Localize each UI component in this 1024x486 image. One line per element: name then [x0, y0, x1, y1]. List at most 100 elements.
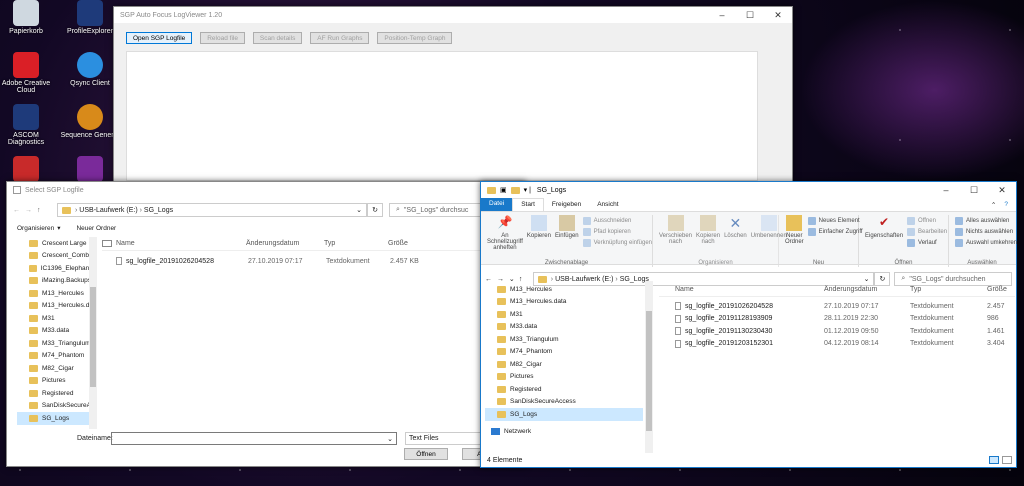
back-icon[interactable]: ← — [13, 207, 25, 214]
invert-selection-button[interactable]: Auswahl umkehren — [955, 237, 1017, 248]
chevron-down-icon[interactable]: ⌄ — [356, 206, 366, 214]
tree-item[interactable]: M13_Hercules — [17, 287, 91, 300]
minimize-icon[interactable]: – — [708, 10, 736, 21]
tab-datei[interactable]: Datei — [481, 198, 513, 211]
logviewer-window[interactable]: SGP Auto Focus LogViewer 1.20 – ☐ ✕ Open S… — [113, 6, 793, 182]
select-all-button[interactable]: Alles auswählen — [955, 215, 1017, 226]
tree-item[interactable]: M74_Phantom — [17, 350, 91, 363]
tree-item[interactable]: M13_Hercules.data — [485, 296, 643, 309]
new-folder-button[interactable]: Neuer Ordner — [76, 225, 116, 232]
up-icon[interactable]: ↑ — [37, 207, 57, 214]
refresh-icon[interactable]: ↻ — [367, 203, 383, 217]
tree-item[interactable]: M33_Triangulum — [485, 333, 643, 346]
properties-icon[interactable]: ▣ — [500, 186, 507, 194]
desktop-icon-sequence-generator[interactable]: Sequence Generat — [60, 104, 120, 139]
tree-item[interactable]: Registered — [485, 383, 643, 396]
col-size[interactable]: Größe — [388, 240, 408, 247]
paste-button[interactable]: Einfügen — [555, 215, 579, 239]
back-icon[interactable]: ← — [485, 276, 497, 283]
tree-item[interactable]: M82_Cigar — [17, 362, 91, 375]
tab-ansicht[interactable]: Ansicht — [589, 199, 626, 210]
address-bar[interactable]: › USB-Laufwerk (E:) › SG_Logs ⌄ — [57, 203, 367, 217]
explorer-window[interactable]: ▣ ▾ | SG_Logs – ☐ ✕ Datei Start Freigeben A… — [480, 181, 1017, 468]
tree-item[interactable]: Registered — [17, 387, 91, 400]
tree-item[interactable]: Pictures — [17, 375, 91, 388]
move-to-button[interactable]: Verschieben nach — [659, 215, 692, 245]
desktop-icon-ascom-diagnostics[interactable]: ASCOM Diagnostics — [0, 104, 56, 146]
maximize-icon[interactable]: ☐ — [736, 10, 764, 21]
paste-shortcut-button[interactable]: Verknüpfung einfügen — [582, 237, 652, 248]
tree-item[interactable]: M74_Phantom — [485, 346, 643, 359]
col-date[interactable]: Änderungsdatum — [246, 240, 324, 247]
tree-item[interactable]: M13_Hercules — [485, 283, 643, 296]
explorer-titlebar[interactable]: ▣ ▾ | SG_Logs – ☐ ✕ — [481, 182, 1016, 198]
desktop-icon-extra1[interactable] — [0, 156, 56, 184]
tab-freigeben[interactable]: Freigeben — [544, 199, 589, 210]
tree-item[interactable]: IC1396_Elephant — [17, 262, 91, 275]
tree-item[interactable]: Pictures — [485, 371, 643, 384]
delete-button[interactable]: ✕ Löschen — [724, 215, 747, 239]
file-row[interactable]: sg_logfile_20191026204528 27.10.2019 07:1… — [659, 300, 1015, 313]
tree-item[interactable]: M13_Hercules.d — [17, 300, 91, 313]
tree-item[interactable]: SG_Logs — [17, 412, 91, 425]
tree-item[interactable]: M31 — [17, 312, 91, 325]
maximize-icon[interactable]: ☐ — [960, 185, 988, 196]
help-icon[interactable]: ? — [1004, 201, 1008, 208]
tree-item[interactable]: Crescent Large — [17, 237, 91, 250]
history-button[interactable]: Verlauf — [907, 237, 947, 248]
edit-button[interactable]: Bearbeiten — [907, 226, 947, 237]
open-button[interactable]: Öffnen — [404, 448, 448, 460]
logviewer-titlebar[interactable]: SGP Auto Focus LogViewer 1.20 – ☐ ✕ — [114, 7, 792, 23]
open-logfile-button[interactable]: Open SGP Logfile — [126, 32, 193, 44]
copy-to-button[interactable]: Kopieren nach — [696, 215, 720, 245]
tree-scrollbar[interactable] — [89, 237, 97, 429]
tree-item[interactable]: SanDiskSecureAccess — [485, 396, 643, 409]
file-row[interactable]: sg_logfile_20191130230430 01.12.2019 09:5… — [659, 325, 1015, 338]
col-type[interactable]: Typ — [910, 286, 987, 293]
up-icon[interactable]: ↑ — [519, 276, 533, 283]
tree-item[interactable]: M33.data — [17, 325, 91, 338]
position-temp-graph-button[interactable]: Position-Temp Graph — [377, 32, 453, 44]
af-run-graphs-button[interactable]: AF Run Graphs — [310, 32, 370, 44]
details-view-icon[interactable] — [989, 456, 999, 464]
tiles-view-icon[interactable] — [1002, 456, 1012, 464]
properties-button[interactable]: ✔ Eigenschaften — [865, 215, 903, 239]
col-type[interactable]: Typ — [324, 240, 388, 247]
new-item-button[interactable]: Neues Element — [807, 215, 863, 226]
scan-details-button[interactable]: Scan details — [252, 32, 303, 44]
tree-scrollbar[interactable] — [645, 281, 653, 453]
reload-file-button[interactable]: Reload file — [200, 32, 245, 44]
chevron-up-icon[interactable]: ⌃ — [991, 201, 996, 209]
tree-item[interactable]: SG_Logs — [485, 408, 643, 421]
tree-item[interactable]: M33.data — [485, 321, 643, 334]
select-none-button[interactable]: Nichts auswählen — [955, 226, 1017, 237]
dialog-titlebar[interactable]: Select SGP Logfile — [7, 182, 525, 198]
select-logfile-dialog[interactable]: Select SGP Logfile ← → ↑ › USB-Laufwerk … — [6, 181, 526, 467]
tree-item[interactable]: M82_Cigar — [485, 358, 643, 371]
col-size[interactable]: Größe — [987, 286, 1007, 293]
col-date[interactable]: Änderungsdatum — [824, 286, 910, 293]
new-folder-icon[interactable] — [510, 186, 520, 194]
close-icon[interactable]: ✕ — [764, 10, 792, 21]
file-row[interactable]: sg_logfile_20191128193909 28.11.2019 22:3… — [659, 313, 1015, 326]
desktop-icon-qsync[interactable]: Qsync Client — [60, 52, 120, 87]
desktop-icon-extra2[interactable] — [60, 156, 120, 184]
tree-item[interactable]: M33_Triangulum — [17, 337, 91, 350]
filename-input[interactable]: ⌄ — [111, 432, 397, 445]
open-ribbon-button[interactable]: Öffnen — [907, 215, 947, 226]
forward-icon[interactable]: → — [497, 276, 509, 283]
copy-button[interactable]: Kopieren — [527, 215, 551, 239]
chevron-down-icon[interactable]: ⌄ — [509, 275, 519, 283]
tree-item[interactable]: SanDiskSecureA — [17, 400, 91, 413]
file-type-select[interactable]: Text Files — [405, 432, 481, 445]
easy-access-button[interactable]: Einfacher Zugriff — [807, 226, 863, 237]
forward-icon[interactable]: → — [25, 207, 37, 214]
tree-item[interactable]: M31 — [485, 308, 643, 321]
organize-menu[interactable]: Organisieren — [17, 225, 54, 232]
desktop-icon-recycle-bin[interactable]: Papierkorb — [0, 0, 56, 35]
file-row[interactable]: sg_logfile_20191203152301 04.12.2019 08:1… — [659, 338, 1015, 351]
select-checkbox[interactable] — [102, 240, 112, 247]
close-icon[interactable]: ✕ — [988, 185, 1016, 196]
tree-item[interactable]: Crescent_Combi — [17, 250, 91, 263]
tree-item[interactable]: iMazing.Backups — [17, 275, 91, 288]
